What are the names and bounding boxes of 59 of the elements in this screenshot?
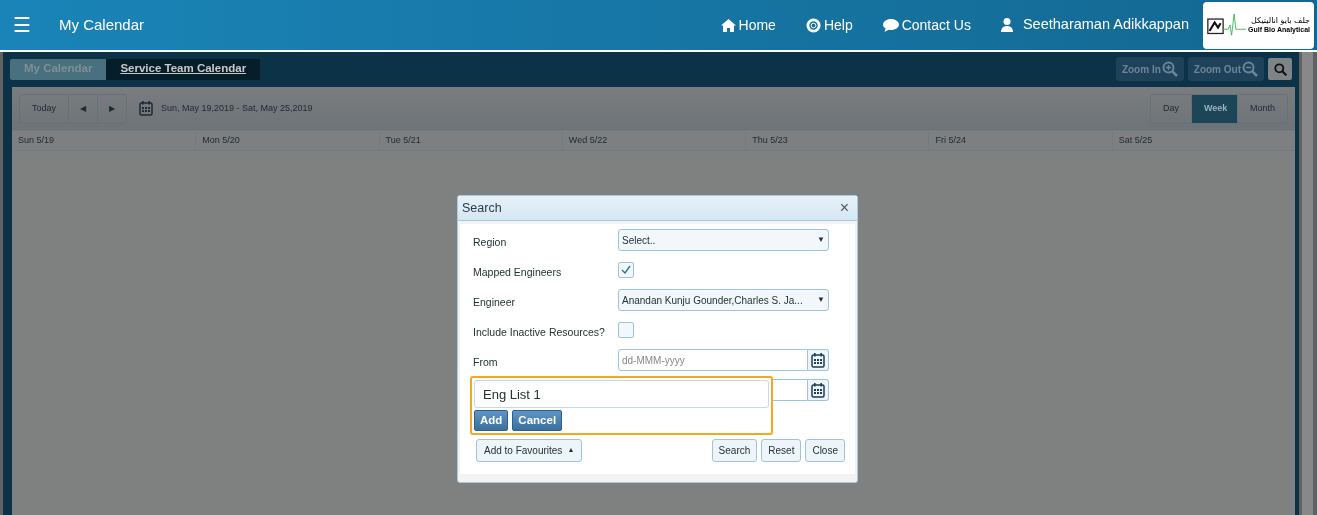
calendar-button[interactable]	[808, 379, 829, 401]
view-button[interactable]: Week	[1192, 94, 1238, 123]
popup-button[interactable]: Cancel	[512, 410, 563, 431]
nav-link[interactable]: Seetharaman Adikkappan	[1000, 14, 1189, 36]
lifebuoy-icon	[805, 17, 821, 33]
search-button[interactable]	[1268, 58, 1292, 80]
zoom-button[interactable]: Zoom Out	[1187, 57, 1264, 81]
scrollbar[interactable]	[1302, 52, 1313, 515]
date-field[interactable]: dd-MMM-yyyy	[618, 349, 808, 371]
field-label: Engineer	[473, 296, 516, 308]
popup-button[interactable]: Add	[474, 410, 509, 431]
day-header: Thu 5/23	[745, 131, 929, 150]
day-header: Tue 5/21	[378, 131, 562, 150]
checkbox[interactable]	[618, 322, 634, 338]
field-label: Region	[473, 236, 507, 248]
calendar-tab[interactable]: Service Team Calendar	[106, 58, 261, 80]
day-header: Wed 5/22	[561, 131, 746, 150]
dialog-button[interactable]: Close	[805, 439, 845, 462]
checkbox[interactable]	[618, 262, 634, 278]
logo-drawing	[1207, 12, 1246, 38]
dropdown[interactable]: Anandan Kunju Gounder,Charles S. Ja... ▼	[618, 289, 829, 311]
day-header: Sat 5/25	[1111, 131, 1295, 150]
app-title: My Calendar	[59, 14, 145, 35]
logo-arabic-text: جلف بايو اناليتيكل	[1250, 15, 1310, 26]
checkmark-icon	[621, 265, 631, 275]
dropdown-arrow-icon: ▼	[817, 294, 825, 306]
view-button[interactable]: Day	[1150, 94, 1192, 123]
zoom-button[interactable]: Zoom In	[1115, 57, 1184, 81]
search-icon	[1273, 62, 1287, 76]
day-header: Sun 5/19	[17, 133, 56, 147]
user-icon	[1000, 18, 1013, 32]
calendar-icon	[811, 382, 825, 398]
calendar-button[interactable]	[808, 349, 829, 371]
day-header: Fri 5/24	[928, 131, 1112, 150]
home-icon	[720, 18, 736, 32]
day-header: Mon 5/20	[195, 131, 379, 150]
field-label: Mapped Engineers	[473, 266, 562, 278]
nav-link[interactable]: Contact Us	[882, 14, 971, 36]
dialog-title: Search	[462, 199, 502, 217]
dropdown-arrow-icon: ▼	[817, 234, 825, 246]
dialog-button[interactable]: Search	[711, 439, 758, 462]
favourite-name-field[interactable]: Eng List 1	[474, 380, 769, 408]
zoom-out-icon	[1242, 61, 1258, 77]
nav-link[interactable]: Help	[805, 14, 853, 36]
nav-link[interactable]: Home	[720, 14, 776, 36]
menu-icon[interactable]: ☰	[13, 15, 31, 35]
speech-bubble-icon	[882, 18, 899, 32]
date-range: Sun, May 19,2019 - Sat, May 25,2019	[161, 101, 313, 115]
zoom-in-icon	[1161, 61, 1178, 77]
field-label: Include Inactive Resources?	[473, 326, 605, 338]
today-button[interactable]: Today	[20, 94, 70, 123]
previous-button[interactable]: ◀	[69, 94, 99, 123]
calendar-icon	[811, 352, 825, 368]
view-button[interactable]: Month	[1238, 94, 1287, 123]
field-label: From	[473, 356, 498, 368]
calendar-icon	[139, 101, 154, 116]
next-button[interactable]: ▶	[98, 94, 127, 123]
dropdown[interactable]: Select.. ▼	[618, 229, 829, 251]
dialog-button[interactable]: Reset	[761, 439, 802, 462]
